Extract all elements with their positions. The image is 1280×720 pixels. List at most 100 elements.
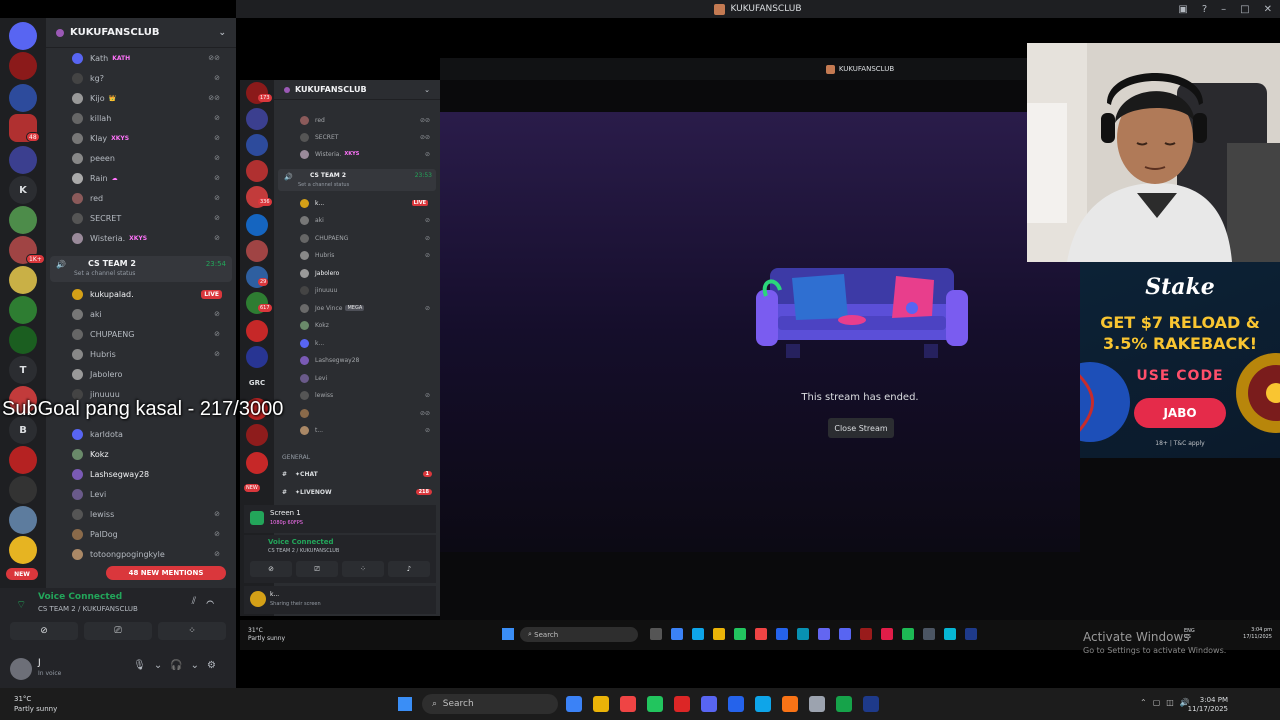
close-stream-button[interactable]: Close Stream [828, 418, 894, 438]
chevron-down-icon[interactable]: ⌄ [218, 28, 226, 38]
app-icon[interactable] [836, 696, 852, 712]
home-icon[interactable] [9, 22, 37, 50]
muted-icon: ⊘ [424, 234, 430, 242]
server-icon[interactable] [9, 536, 37, 564]
stake-logo: Stake [1145, 274, 1215, 300]
voice-member[interactable]: Kath KATH ⊘⊘ [72, 49, 232, 67]
server-icon[interactable] [9, 266, 37, 294]
server-icon [246, 108, 268, 130]
voice-member[interactable]: kukupalad. LIVE [72, 285, 232, 303]
muted-icon: ⊘ [214, 510, 220, 518]
start-button[interactable] [398, 697, 412, 711]
voice-member[interactable]: karldota [72, 425, 232, 443]
voice-member[interactable]: red ⊘ [72, 189, 232, 207]
muted-icon: ⊘ [214, 330, 220, 338]
weather-widget[interactable]: 31°C Partly sunny [14, 694, 57, 714]
voice-member[interactable]: Klay XKYS ⊘ [72, 129, 232, 147]
system-clock[interactable]: 3:04 PM 11/17/2025 [1188, 696, 1228, 714]
avatar [72, 288, 83, 300]
muted-icon: ⊘ [424, 251, 430, 259]
voice-member[interactable]: totoongpogingkyle ⊘ [72, 545, 232, 563]
app-icon[interactable] [674, 696, 690, 712]
server-icon[interactable] [9, 476, 37, 504]
avatar [72, 308, 83, 320]
muted-icon: ⊘ [214, 134, 220, 142]
maximize-button[interactable]: □ [1240, 4, 1249, 15]
app-icon [734, 628, 746, 640]
muted-icon: ⊘⊘ [208, 94, 220, 102]
server-icon[interactable] [9, 84, 37, 112]
server-letter[interactable]: K [9, 176, 37, 204]
voice-member[interactable]: Kokz [72, 445, 232, 463]
server-icon[interactable] [9, 146, 37, 174]
server-letter[interactable]: T [9, 356, 37, 384]
voice-member: Kokz [300, 318, 434, 332]
voice-member[interactable]: PalDog ⊘ [72, 525, 232, 543]
voice-member: ⊘⊘ [300, 406, 434, 420]
server-icon[interactable] [9, 206, 37, 234]
voice-member[interactable]: Lashsegway28 [72, 465, 232, 483]
voice-channel-cs-team-2[interactable]: 🔊 CS TEAM 2 Set a channel status 23:54 [50, 256, 232, 282]
app-icon[interactable] [782, 696, 798, 712]
avatar [72, 52, 83, 64]
server-icon[interactable] [9, 296, 37, 324]
voice-member[interactable]: Levi [72, 485, 232, 503]
webcam-image [1027, 43, 1280, 262]
server-icon [246, 240, 268, 262]
voice-status[interactable]: Voice Connected [38, 592, 122, 602]
server-icon [246, 452, 268, 474]
search-input[interactable]: ⌕ Search [422, 694, 558, 714]
minimize-button[interactable]: – [1221, 4, 1226, 15]
app-icon[interactable] [755, 696, 771, 712]
server-icon[interactable] [9, 446, 37, 474]
server-icon [714, 3, 726, 15]
screen-share-button[interactable]: ⎚ [84, 622, 152, 640]
activities-button[interactable]: ⁘ [158, 622, 226, 640]
voice-location[interactable]: CS TEAM 2 / KUKUFANSCLUB [38, 605, 138, 613]
close-button[interactable]: ✕ [1264, 4, 1272, 15]
taskbar: 31°C Partly sunny ⌕ Search ⌃▢◫🔊 3:04 PM … [0, 688, 1280, 720]
server-header[interactable]: KUKUFANSCLUB ⌄ [46, 18, 236, 48]
new-badge: NEW [6, 568, 38, 580]
discord-icon[interactable] [701, 696, 717, 712]
server-icon[interactable] [9, 506, 37, 534]
channel-status[interactable]: Set a channel status [74, 270, 135, 277]
help-icon[interactable]: ? [1202, 4, 1207, 15]
category-general: GENERAL [282, 454, 311, 461]
chrome-icon[interactable] [620, 696, 636, 712]
app-icon[interactable] [728, 696, 744, 712]
muted-icon: ⊘ [424, 216, 430, 224]
live-badge: LIVE [411, 200, 428, 206]
voice-member[interactable]: SECRET ⊘ [72, 209, 232, 227]
voice-member[interactable]: Wisteria. XKYS ⊘ [72, 229, 232, 247]
voice-member[interactable]: lewiss ⊘ [72, 505, 232, 523]
voice-member[interactable]: Rain ☁ ⊘ [72, 169, 232, 187]
soundboard-icon: ♪ [388, 561, 430, 577]
noise-suppression-icon[interactable]: ⫽⌒ [192, 596, 224, 607]
app-icon[interactable] [809, 696, 825, 712]
voice-member[interactable]: Kijo 👑 ⊘⊘ [72, 89, 232, 107]
mic-headset-settings-icons[interactable]: 🎙⌄🎧⌄⚙ [133, 660, 224, 671]
voice-member[interactable]: aki ⊘ [72, 305, 232, 323]
signal-icon[interactable]: ⌔ [16, 598, 26, 612]
camera-off-button[interactable]: ⊘ [10, 622, 78, 640]
copilot-icon[interactable] [566, 696, 582, 712]
avatar[interactable] [10, 658, 32, 680]
voice-member[interactable]: Hubris ⊘ [72, 345, 232, 363]
avatar [72, 328, 83, 340]
steam-icon[interactable] [863, 696, 879, 712]
inbox-icon[interactable]: ▣ [1178, 4, 1187, 15]
server-icon[interactable] [9, 326, 37, 354]
mention-badge: 29 [258, 278, 269, 286]
voice-member[interactable]: peeen ⊘ [72, 149, 232, 167]
file-explorer-icon[interactable] [593, 696, 609, 712]
voice-member[interactable]: kg? ⊘ [72, 69, 232, 87]
server-icon[interactable] [9, 52, 37, 80]
voice-member[interactable]: Jabolero [72, 365, 232, 383]
promo-code-button[interactable]: JABO [1134, 398, 1226, 428]
voice-member: jinuuuu [300, 283, 434, 297]
voice-member[interactable]: CHUPAENG ⊘ [72, 325, 232, 343]
voice-member[interactable]: killah ⊘ [72, 109, 232, 127]
new-mentions-button[interactable]: 48 NEW MENTIONS [106, 566, 226, 580]
chrome-icon[interactable] [647, 696, 663, 712]
